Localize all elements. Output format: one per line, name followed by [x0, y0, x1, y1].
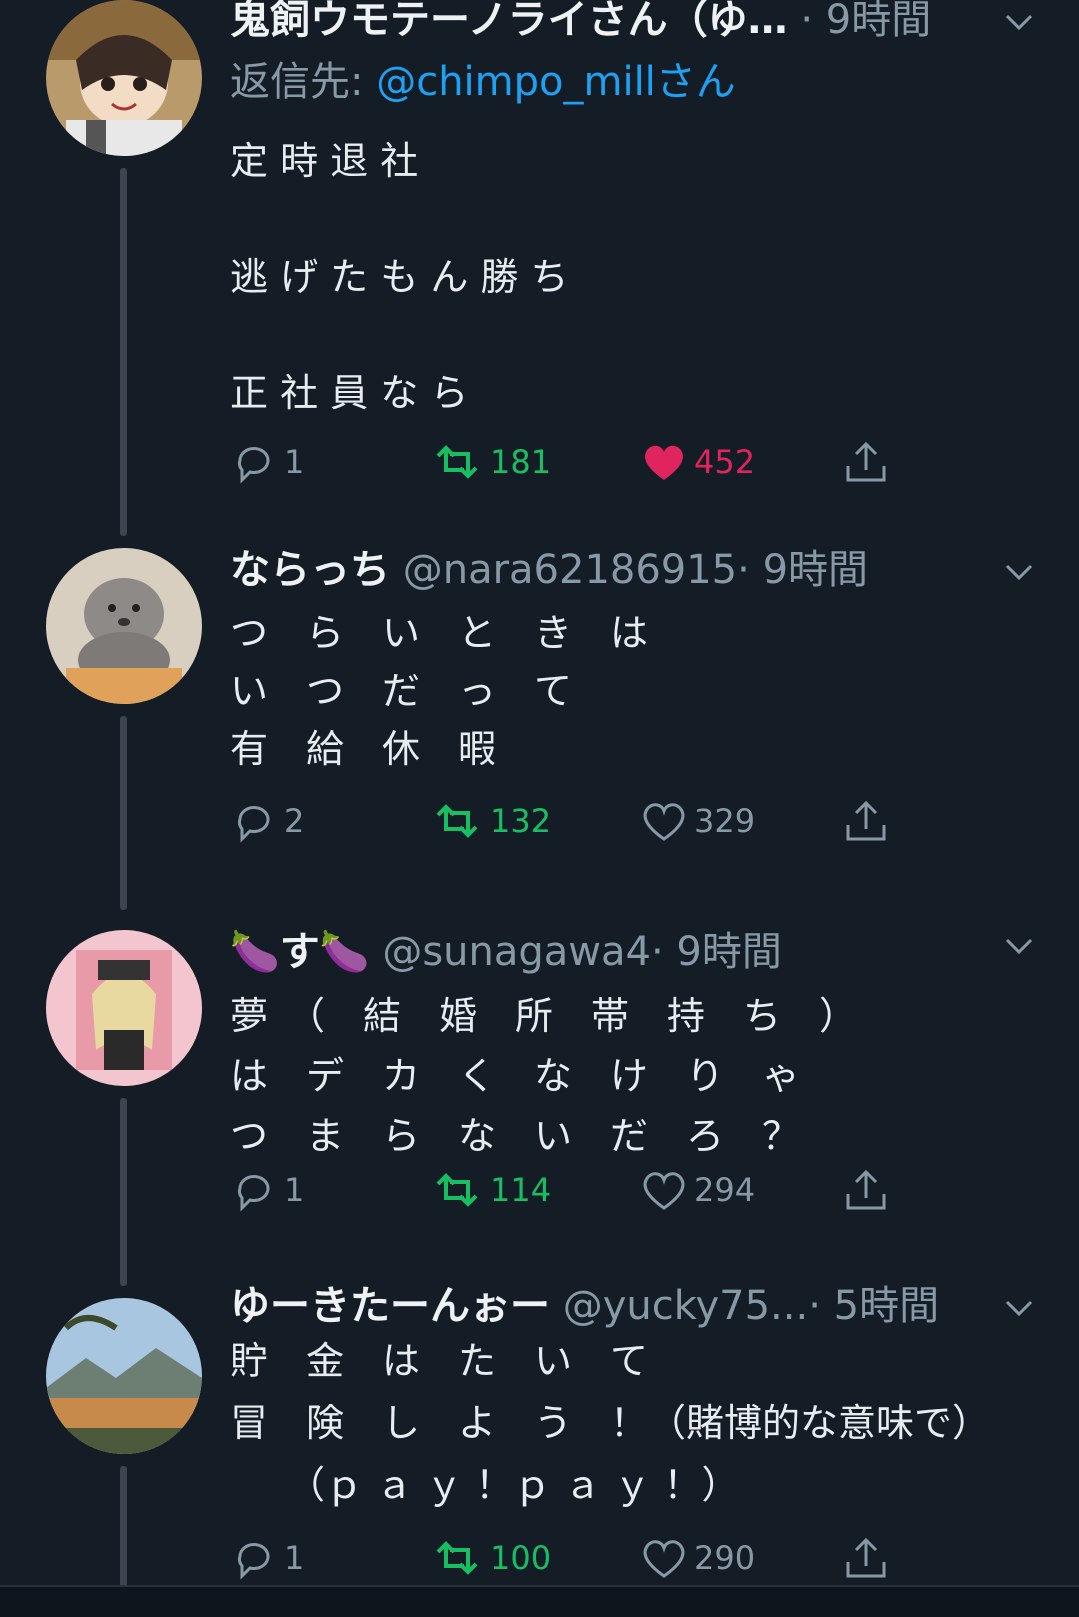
reply-icon: [238, 1543, 270, 1580]
handle[interactable]: @nara62186915: [403, 547, 737, 593]
tweet-actions: 1 181 452: [230, 434, 930, 490]
retweet-icon: [436, 445, 478, 479]
share-icon: [846, 800, 886, 841]
reply-count: 1: [284, 443, 305, 481]
reply-icon: [238, 1175, 270, 1212]
display-name[interactable]: 鬼飼ウモテーノライさん（ゆ…: [230, 0, 788, 43]
thread-line: [120, 1098, 127, 1286]
chevron-down-icon[interactable]: [999, 2, 1039, 42]
bottom-bar: [0, 1585, 1079, 1617]
retweet-count: 100: [490, 1539, 552, 1577]
tweet-actions: 1 100 290: [230, 1530, 930, 1586]
handle[interactable]: @yucky75...: [563, 1283, 808, 1329]
tweet-1[interactable]: 鬼飼ウモテーノライさん（ゆ… · 9時間 返信先: @chimpo_millさん…: [0, 0, 1079, 545]
retweet-count: 181: [490, 443, 552, 481]
heart-icon: [643, 803, 685, 841]
tweet-actions: 1 114 294: [230, 1162, 930, 1218]
tweet-time[interactable]: · 5時間: [808, 1283, 939, 1329]
reply-icon: [238, 447, 270, 484]
tweet-time[interactable]: · 9時間: [800, 0, 931, 43]
reply-count: 2: [284, 802, 305, 840]
tweet-text: 貯 金 は た い て 冒 険 し よ う ！（賭博的な意味で） （ｐ ａ ｙ …: [230, 1339, 991, 1507]
heart-icon: [643, 1172, 685, 1210]
like-count: 294: [694, 1171, 756, 1209]
share-button[interactable]: [842, 1530, 890, 1586]
tweet-time[interactable]: · 9時間: [737, 547, 868, 593]
reply-button[interactable]: 1: [230, 1162, 304, 1218]
display-name[interactable]: ならっち: [230, 547, 390, 593]
share-icon: [846, 1537, 886, 1578]
avatar[interactable]: [46, 548, 202, 704]
chevron-down-icon[interactable]: [999, 552, 1039, 592]
tweet-4[interactable]: ゆーきたーんぉー @yucky75...· 5時間 貯 金 は た い て 冒 …: [0, 1283, 1079, 1588]
retweet-count: 114: [490, 1171, 552, 1209]
like-button[interactable]: 329: [640, 793, 755, 849]
avatar[interactable]: [46, 0, 202, 156]
retweet-icon: [436, 1173, 478, 1207]
tweet-header: 鬼飼ウモテーノライさん（ゆ… · 9時間: [230, 0, 1009, 48]
like-count: 452: [694, 443, 756, 481]
like-count: 290: [694, 1539, 756, 1577]
thread-line: [120, 716, 127, 910]
tweet-header: ならっち @nara62186915· 9時間: [230, 542, 1009, 598]
display-name[interactable]: ゆーきたーんぉー: [230, 1283, 550, 1329]
like-button[interactable]: 290: [640, 1530, 755, 1586]
retweet-button[interactable]: 100: [430, 1530, 551, 1586]
tweet-3[interactable]: 🍆す🍆 @sunagawa4· 9時間 夢 （ 結 婚 所 帯 持 ち ） は …: [0, 929, 1079, 1286]
share-icon: [846, 441, 886, 482]
share-icon: [846, 1169, 886, 1210]
like-count: 329: [694, 802, 756, 840]
tweet-header: ゆーきたーんぉー @yucky75...· 5時間: [230, 1278, 1009, 1334]
reply-to: 返信先: @chimpo_millさん: [230, 56, 736, 108]
handle[interactable]: @sunagawa4: [382, 929, 651, 975]
retweet-button[interactable]: 132: [430, 793, 551, 849]
reply-button[interactable]: 1: [230, 434, 304, 490]
retweet-button[interactable]: 181: [430, 434, 551, 490]
share-button[interactable]: [842, 1162, 890, 1218]
heart-filled-icon: [645, 445, 683, 480]
reply-icon: [238, 806, 270, 843]
display-name[interactable]: 🍆す🍆: [230, 929, 370, 975]
tweet-2[interactable]: ならっち @nara62186915· 9時間 つ ら い と き は い つ …: [0, 547, 1079, 910]
reply-mention-link[interactable]: @chimpo_millさん: [376, 59, 736, 105]
reply-button[interactable]: 2: [230, 793, 304, 849]
reply-count: 1: [284, 1539, 305, 1577]
thread-line: [120, 1466, 127, 1588]
reply-to-label: 返信先:: [230, 59, 377, 105]
retweet-icon: [436, 804, 478, 838]
share-button[interactable]: [842, 434, 890, 490]
chevron-down-icon[interactable]: [999, 926, 1039, 966]
avatar[interactable]: [46, 930, 202, 1086]
avatar[interactable]: [46, 1298, 202, 1454]
thread-line: [120, 168, 127, 536]
tweet-text: 夢 （ 結 婚 所 帯 持 ち ） は デ カ く な け り ゃ つ ま ら …: [230, 994, 858, 1158]
tweet-time[interactable]: · 9時間: [651, 929, 782, 975]
reply-count: 1: [284, 1171, 305, 1209]
reply-button[interactable]: 1: [230, 1530, 304, 1586]
like-button[interactable]: 294: [640, 1162, 755, 1218]
share-button[interactable]: [842, 793, 890, 849]
tweet-header: 🍆す🍆 @sunagawa4· 9時間: [230, 924, 1009, 980]
chevron-down-icon[interactable]: [999, 1288, 1039, 1328]
tweet-text: つ ら い と き は い つ だ っ て 有 給 休 暇: [230, 611, 649, 771]
like-button[interactable]: 452: [640, 434, 755, 490]
retweet-button[interactable]: 114: [430, 1162, 551, 1218]
retweet-icon: [436, 1541, 478, 1575]
retweet-count: 132: [490, 802, 552, 840]
tweet-actions: 2 132 329: [230, 793, 930, 849]
tweet-text: 定 時 退 社 逃 げ た も ん 勝 ち 正 社 員 な ら: [230, 139, 569, 415]
heart-icon: [643, 1540, 685, 1578]
